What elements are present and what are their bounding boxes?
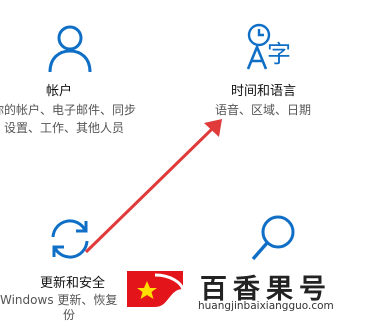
watermark: 百香果号 huangjinbaixiangguo.com bbox=[122, 262, 371, 319]
watermark-logo-icon bbox=[125, 269, 185, 309]
watermark-url: huangjinbaixiangguo.com bbox=[198, 300, 334, 312]
